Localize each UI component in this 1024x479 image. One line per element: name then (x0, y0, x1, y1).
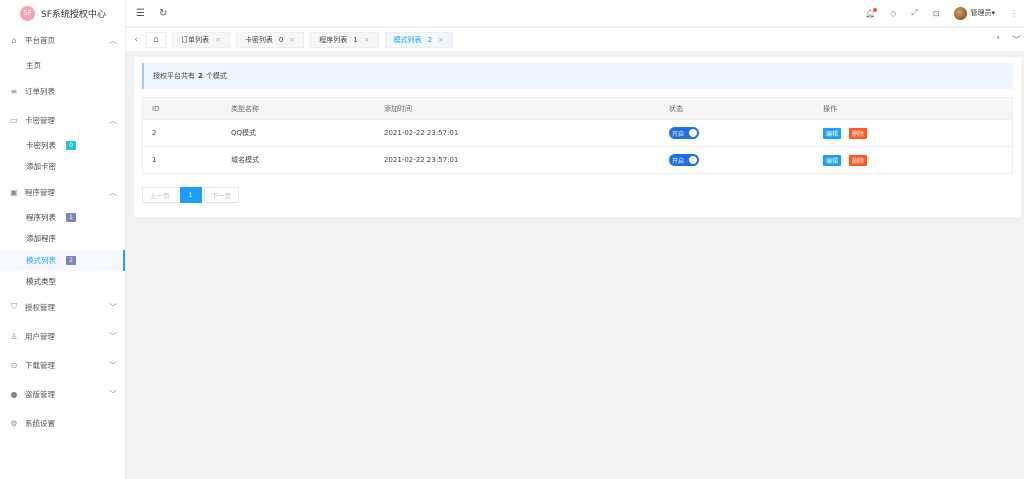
home-icon: ⌂ (11, 36, 17, 45)
program-icon: ▣ (10, 187, 18, 197)
bell-icon[interactable]: 🔔︎ (865, 7, 878, 18)
sidebar-item-mode-types[interactable]: 模式类型 (0, 271, 125, 293)
shield-icon: ⛉ (11, 302, 17, 311)
sidebar-group-auth[interactable]: ⛉ 授权管理 ﹀ (0, 293, 125, 322)
chevron-down-icon: ﹀ (109, 389, 117, 399)
logo-icon: SF (20, 5, 35, 21)
count-badge: 2 (66, 255, 76, 265)
sidebar-item-add-card[interactable]: 添加卡密 (0, 156, 125, 178)
summary-notice: 授权平台共有 2 个模式 (142, 63, 1013, 89)
count-badge: 0 (66, 140, 76, 150)
tab-program-list[interactable]: 程序列表 1 × (310, 31, 379, 48)
table-row: 2 QQ模式 2021-02-22 23:57:01 开启 编辑 删除 (143, 119, 1012, 146)
tag-icon[interactable]: ◇ (890, 9, 896, 18)
sidebar-group-users[interactable]: ♙ 用户管理 ﹀ (0, 322, 125, 351)
tab-card-list[interactable]: 卡密列表 0 × (235, 31, 305, 48)
sidebar-item-add-program[interactable]: 添加程序 (0, 228, 125, 250)
close-icon[interactable]: × (215, 36, 221, 44)
close-icon[interactable]: × (438, 36, 444, 44)
list-icon: ≡ (10, 86, 18, 96)
chevron-down-icon: ﹀ (109, 360, 117, 370)
sidebar-item-mode-list[interactable]: 模式列表 2 (0, 249, 125, 271)
page-1-button[interactable]: 1 (179, 187, 202, 203)
delete-button[interactable]: 删除 (849, 154, 868, 166)
mode-count: 2 (198, 72, 203, 80)
chevron-up-icon: ︿ (109, 115, 117, 125)
sidebar-group-programs[interactable]: ▣ 程序管理 ︿ (0, 178, 125, 207)
next-page-button[interactable]: 下一页 (203, 187, 240, 203)
chevron-up-icon: ︿ (109, 36, 117, 45)
edit-button[interactable]: 编辑 (823, 127, 842, 139)
edit-button[interactable]: 编辑 (823, 154, 842, 166)
chevron-down-icon[interactable]: ﹀ (1012, 33, 1021, 46)
tab-mode-list[interactable]: 模式列表 2 × (384, 31, 453, 48)
sidebar-item-card-list[interactable]: 卡密列表 0 (0, 135, 125, 157)
count-badge: 1 (66, 212, 76, 222)
piracy-icon: ● (10, 389, 18, 399)
status-toggle[interactable]: 开启 (669, 154, 699, 166)
tab-scroll-left-icon[interactable]: ‹ (126, 35, 146, 45)
tab-orders[interactable]: 订单列表 × (172, 31, 230, 48)
menu-toggle-icon[interactable]: ☰ (136, 8, 145, 19)
sidebar-group-orders[interactable]: ≡ 订单列表 (0, 77, 125, 106)
delete-button[interactable]: 删除 (849, 127, 868, 139)
sidebar-group-home[interactable]: ⌂ 平台首页 ︿ (0, 26, 125, 55)
more-icon[interactable]: ⋮ (1010, 9, 1018, 18)
gear-icon: ⚙ (10, 418, 18, 428)
tab-home-icon[interactable]: ⌂ (146, 31, 166, 48)
refresh-icon[interactable]: ↻ (159, 8, 167, 19)
user-menu[interactable]: 管理员 ▾ (954, 6, 995, 20)
sidebar: SF SF系统授权中心 ⌂ 平台首页 ︿ 主页 ≡ 订单列表 ▭ 卡密管理 ︿ … (0, 0, 126, 479)
lock-icon[interactable]: ⊡ (933, 9, 940, 18)
sidebar-group-downloads[interactable]: ⊙ 下载管理 ﹀ (0, 351, 125, 380)
status-toggle[interactable]: 开启 (669, 127, 699, 139)
tab-scroll-right-icon[interactable]: › (996, 33, 1000, 46)
content-card: 授权平台共有 2 个模式 ID 类型名称 添加时间 状态 操作 2 QQ模式 2… (134, 57, 1021, 217)
tab-bar: ‹ ⌂ 订单列表 × 卡密列表 0 × 程序列表 1 × 模式列表 2 × › … (126, 27, 1024, 51)
sidebar-item-home[interactable]: 主页 (0, 55, 125, 77)
pagination: 上一页 1 下一页 (142, 187, 240, 203)
sidebar-group-piracy[interactable]: ● 盗版管理 ﹀ (0, 380, 125, 409)
app-title: SF系统授权中心 (41, 9, 106, 20)
close-icon[interactable]: × (364, 36, 370, 44)
download-icon: ⊙ (10, 360, 18, 370)
chevron-down-icon: ﹀ (109, 302, 117, 312)
table-header: ID 类型名称 添加时间 状态 操作 (143, 98, 1012, 119)
prev-page-button[interactable]: 上一页 (142, 187, 178, 203)
table-row: 1 域名模式 2021-02-22 23:57:01 开启 编辑 删除 (143, 146, 1012, 173)
mode-table: ID 类型名称 添加时间 状态 操作 2 QQ模式 2021-02-22 23:… (142, 97, 1013, 174)
fullscreen-icon[interactable]: ⤢ (911, 8, 917, 18)
sidebar-item-program-list[interactable]: 程序列表 1 (0, 207, 125, 229)
logo[interactable]: SF SF系统授权中心 (0, 0, 125, 26)
top-header: ☰ ↻ 🔔︎ ◇ ⤢ ⊡ 管理员 ▾ ⋮ (126, 0, 1024, 26)
chevron-up-icon: ︿ (109, 187, 117, 197)
sidebar-group-cards[interactable]: ▭ 卡密管理 ︿ (0, 106, 125, 135)
avatar (954, 6, 968, 20)
caret-down-icon: ▾ (991, 9, 995, 17)
close-icon[interactable]: × (289, 36, 295, 44)
card-icon: ▭ (10, 115, 18, 125)
user-icon: ♙ (10, 331, 18, 341)
sidebar-group-settings[interactable]: ⚙ 系统设置 (0, 409, 125, 438)
chevron-down-icon: ﹀ (109, 331, 117, 341)
